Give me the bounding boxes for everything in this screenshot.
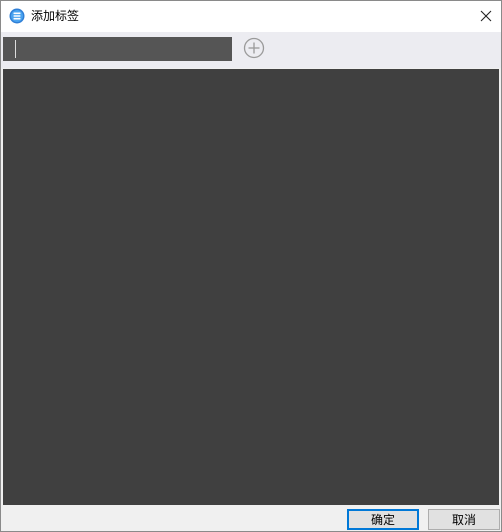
- add-tag-button[interactable]: [242, 37, 266, 63]
- close-button[interactable]: [471, 1, 501, 32]
- tag-toolbar: [1, 32, 501, 68]
- add-tag-dialog: 添加标签 确定 取消: [0, 0, 502, 532]
- app-logo-icon: [9, 8, 25, 24]
- plus-circle-icon: [243, 37, 265, 63]
- dialog-title: 添加标签: [31, 9, 80, 23]
- text-caret: [15, 40, 16, 58]
- tag-name-input[interactable]: [3, 37, 232, 61]
- dialog-footer: 确定 取消: [1, 505, 501, 531]
- close-icon: [480, 7, 492, 26]
- ok-button[interactable]: 确定: [347, 509, 419, 530]
- cancel-button[interactable]: 取消: [428, 509, 500, 530]
- tag-list-area: [3, 69, 499, 505]
- title-bar: 添加标签: [1, 1, 501, 32]
